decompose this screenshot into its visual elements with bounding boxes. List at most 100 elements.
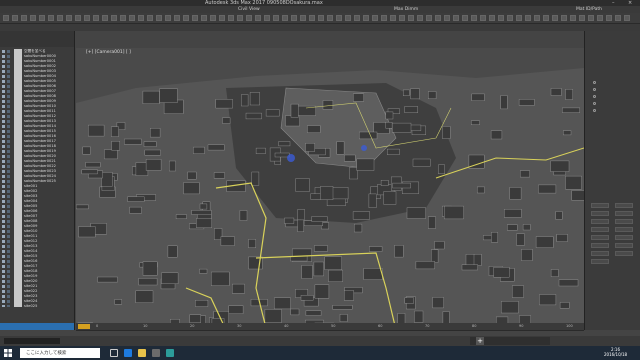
toolbar-button[interactable] <box>66 15 72 21</box>
command-button[interactable] <box>615 219 633 224</box>
visibility-icon[interactable] <box>2 75 5 78</box>
visibility-icon[interactable] <box>2 255 5 258</box>
freeze-icon[interactable] <box>7 265 10 268</box>
toolbar-button[interactable] <box>39 15 45 21</box>
freeze-icon[interactable] <box>7 215 10 218</box>
freeze-icon[interactable] <box>7 90 10 93</box>
visibility-icon[interactable] <box>2 85 5 88</box>
visibility-icon[interactable] <box>2 95 5 98</box>
visibility-icon[interactable] <box>2 160 5 163</box>
toolbar-button[interactable] <box>345 15 351 21</box>
freeze-icon[interactable] <box>7 205 10 208</box>
freeze-icon[interactable] <box>7 150 10 153</box>
command-button[interactable] <box>591 259 609 264</box>
taskbar-search[interactable]: ここに入力して検索 <box>20 348 100 358</box>
command-button[interactable] <box>615 243 633 248</box>
add-time-tag-icon[interactable]: + <box>476 337 484 345</box>
menu-item[interactable]: Mat ID/Path <box>576 7 602 12</box>
visibility-icon[interactable] <box>2 115 5 118</box>
visibility-icon[interactable] <box>2 190 5 193</box>
toolbar-button[interactable] <box>417 15 423 21</box>
visibility-icon[interactable] <box>2 200 5 203</box>
freeze-icon[interactable] <box>7 180 10 183</box>
command-button[interactable] <box>615 211 633 216</box>
toolbar-button[interactable] <box>282 15 288 21</box>
visibility-icon[interactable] <box>2 290 5 293</box>
visibility-icon[interactable] <box>2 225 5 228</box>
toolbar-button[interactable] <box>57 15 63 21</box>
toolbar-button[interactable] <box>327 15 333 21</box>
toolbar-button[interactable] <box>30 15 36 21</box>
toolbar-button[interactable] <box>552 15 558 21</box>
toolbar-button[interactable] <box>525 15 531 21</box>
toolbar-button[interactable] <box>498 15 504 21</box>
freeze-icon[interactable] <box>7 55 10 58</box>
command-button[interactable] <box>615 227 633 232</box>
command-button[interactable] <box>591 219 609 224</box>
toolbar-button[interactable] <box>84 15 90 21</box>
freeze-icon[interactable] <box>7 195 10 198</box>
freeze-icon[interactable] <box>7 300 10 303</box>
visibility-icon[interactable] <box>2 175 5 178</box>
option-radio[interactable] <box>593 109 596 112</box>
toolbar-button[interactable] <box>570 15 576 21</box>
toolbar-button[interactable] <box>606 15 612 21</box>
visibility-icon[interactable] <box>2 235 5 238</box>
option-radio[interactable] <box>593 102 596 105</box>
freeze-icon[interactable] <box>7 100 10 103</box>
explorer-icon[interactable] <box>138 349 146 357</box>
option-radio[interactable] <box>593 88 596 91</box>
option-radio[interactable] <box>593 81 596 84</box>
menu-item[interactable]: Civil View <box>238 7 260 12</box>
freeze-icon[interactable] <box>7 260 10 263</box>
freeze-icon[interactable] <box>7 240 10 243</box>
store-icon[interactable] <box>152 349 160 357</box>
toolbar-button[interactable] <box>309 15 315 21</box>
visibility-icon[interactable] <box>2 60 5 63</box>
command-button[interactable] <box>615 203 633 208</box>
toolbar-button[interactable] <box>183 15 189 21</box>
freeze-icon[interactable] <box>7 70 10 73</box>
freeze-icon[interactable] <box>7 245 10 248</box>
visibility-icon[interactable] <box>2 300 5 303</box>
toolbar-button[interactable] <box>3 15 9 21</box>
freeze-icon[interactable] <box>7 105 10 108</box>
freeze-icon[interactable] <box>7 185 10 188</box>
visibility-icon[interactable] <box>2 140 5 143</box>
toolbar-button[interactable] <box>453 15 459 21</box>
toolbar-button[interactable] <box>354 15 360 21</box>
toolbar-button[interactable] <box>372 15 378 21</box>
freeze-icon[interactable] <box>7 80 10 83</box>
maxscript-listener[interactable] <box>4 338 60 344</box>
command-button[interactable] <box>591 203 609 208</box>
toolbar-button[interactable] <box>192 15 198 21</box>
freeze-icon[interactable] <box>7 285 10 288</box>
freeze-icon[interactable] <box>7 305 10 307</box>
visibility-icon[interactable] <box>2 215 5 218</box>
visibility-icon[interactable] <box>2 295 5 298</box>
freeze-icon[interactable] <box>7 135 10 138</box>
freeze-icon[interactable] <box>7 175 10 178</box>
freeze-icon[interactable] <box>7 50 10 53</box>
toolbar-button[interactable] <box>615 15 621 21</box>
freeze-icon[interactable] <box>7 145 10 148</box>
toolbar-button[interactable] <box>489 15 495 21</box>
toolbar-button[interactable] <box>129 15 135 21</box>
visibility-icon[interactable] <box>2 105 5 108</box>
visibility-icon[interactable] <box>2 100 5 103</box>
freeze-icon[interactable] <box>7 155 10 158</box>
command-button[interactable] <box>591 211 609 216</box>
toolbar-button[interactable] <box>210 15 216 21</box>
time-slider-handle[interactable] <box>78 324 90 329</box>
freeze-icon[interactable] <box>7 225 10 228</box>
toolbar-button[interactable] <box>363 15 369 21</box>
visibility-icon[interactable] <box>2 210 5 213</box>
visibility-icon[interactable] <box>2 285 5 288</box>
toolbar-button[interactable] <box>48 15 54 21</box>
visibility-icon[interactable] <box>2 230 5 233</box>
freeze-icon[interactable] <box>7 275 10 278</box>
toolbar-button[interactable] <box>111 15 117 21</box>
freeze-icon[interactable] <box>7 85 10 88</box>
toolbar-button[interactable] <box>480 15 486 21</box>
freeze-icon[interactable] <box>7 60 10 63</box>
